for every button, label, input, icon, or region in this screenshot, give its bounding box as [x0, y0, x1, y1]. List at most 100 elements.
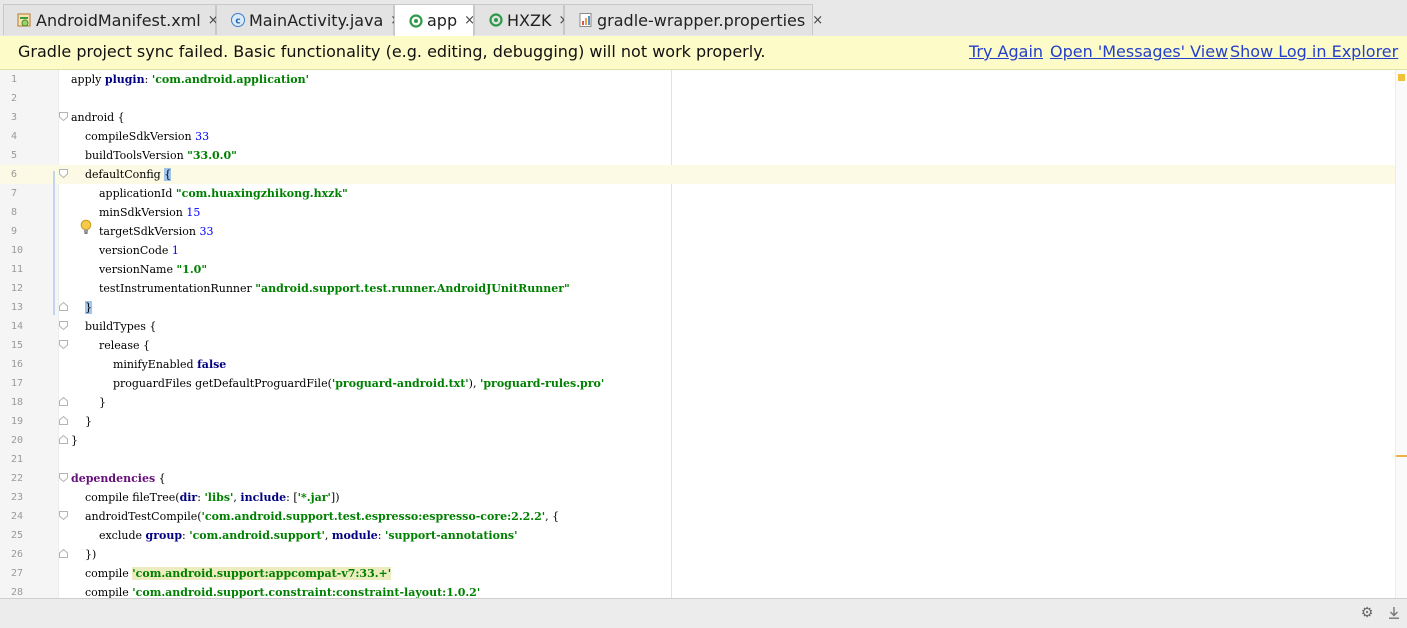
code-token: plugin: [104, 73, 145, 86]
fold-end-icon[interactable]: [59, 302, 68, 311]
fold-end-icon[interactable]: [59, 435, 68, 444]
show-log-in-explorer-link[interactable]: Show Log in Explorer: [1230, 42, 1398, 61]
code-text: android {: [71, 108, 125, 127]
code-line[interactable]: 17 proguardFiles getDefaultProguardFile(…: [0, 374, 1395, 393]
error-stripe[interactable]: [1395, 70, 1407, 598]
code-text: proguardFiles getDefaultProguardFile('pr…: [71, 374, 604, 393]
tab-main-activity[interactable]: c MainActivity.java ×: [216, 4, 401, 35]
code-token: versionCode: [71, 244, 172, 257]
code-text: buildToolsVersion "33.0.0": [71, 146, 237, 165]
code-line[interactable]: 12 testInstrumentationRunner "android.su…: [0, 279, 1395, 298]
line-number: 8: [11, 207, 18, 218]
fold-end-icon[interactable]: [59, 416, 68, 425]
code-line[interactable]: 16 minifyEnabled false: [0, 355, 1395, 374]
line-number: 23: [11, 492, 24, 503]
code-line[interactable]: 18 }: [0, 393, 1395, 412]
line-number: 10: [11, 245, 24, 256]
code-token: :: [377, 529, 385, 542]
java-class-icon: c: [230, 12, 246, 28]
code-token: minSdkVersion: [71, 206, 187, 219]
code-line[interactable]: 2: [0, 89, 1395, 108]
code-line[interactable]: 20}: [0, 431, 1395, 450]
code-editor[interactable]: 1 apply plugin: 'com.android.application'…: [0, 70, 1407, 598]
code-line[interactable]: 22 dependencies {: [0, 469, 1395, 488]
code-line[interactable]: 4 compileSdkVersion 33: [0, 127, 1395, 146]
code-text: }: [71, 298, 92, 317]
code-token: "android.support.test.runner.AndroidJUni…: [255, 282, 570, 295]
code-line[interactable]: 14 buildTypes {: [0, 317, 1395, 336]
fold-open-icon[interactable]: [59, 473, 68, 482]
tab-hxzk[interactable]: HXZK ×: [474, 4, 569, 35]
fold-end-icon[interactable]: [59, 397, 68, 406]
line-number: 24: [11, 511, 24, 522]
code-token: compileSdkVersion: [71, 130, 196, 143]
fold-open-icon[interactable]: [59, 511, 68, 520]
code-line[interactable]: 21: [0, 450, 1395, 469]
code-line[interactable]: 23 compile fileTree(dir: 'libs', include…: [0, 488, 1395, 507]
tab-label: HXZK: [507, 10, 552, 30]
line-number: 20: [11, 435, 24, 446]
code-line[interactable]: 27 compile 'com.android.support:appcompa…: [0, 564, 1395, 583]
code-token: 'support-annotations': [384, 529, 518, 542]
fold-open-icon[interactable]: [59, 340, 68, 349]
code-token: ]): [330, 491, 340, 504]
gradle-sync-failed-banner: Gradle project sync failed. Basic functi…: [0, 36, 1407, 70]
code-token: compile fileTree(: [71, 491, 180, 504]
code-line[interactable]: 5 buildToolsVersion "33.0.0": [0, 146, 1395, 165]
code-text: versionName "1.0": [71, 260, 207, 279]
code-line[interactable]: 25 exclude group: 'com.android.support',…: [0, 526, 1395, 545]
code-text: defaultConfig {: [71, 165, 172, 184]
tab-android-manifest[interactable]: AndroidManifest.xml ×: [3, 4, 219, 35]
code-line[interactable]: 15 release {: [0, 336, 1395, 355]
fold-open-icon[interactable]: [59, 169, 68, 178]
fold-open-icon[interactable]: [59, 321, 68, 330]
code-line[interactable]: 7 applicationId "com.huaxingzhikong.hxzk…: [0, 184, 1395, 203]
code-line[interactable]: 6 defaultConfig {: [0, 165, 1395, 184]
code-line[interactable]: 11 versionName "1.0": [0, 260, 1395, 279]
line-number: 19: [11, 416, 24, 427]
code-token: dir: [179, 491, 198, 504]
code-line[interactable]: 13 }: [0, 298, 1395, 317]
line-number: 7: [11, 188, 18, 199]
line-number: 1: [11, 74, 18, 85]
code-token: buildToolsVersion: [71, 149, 188, 162]
stripe-marker[interactable]: [1396, 455, 1407, 457]
line-number: 15: [11, 340, 24, 351]
code-line[interactable]: 8 minSdkVersion 15: [0, 203, 1395, 222]
code-line[interactable]: 10 versionCode 1: [0, 241, 1395, 260]
code-token: 'proguard-android.txt': [331, 377, 469, 390]
lightbulb-icon[interactable]: [80, 219, 92, 235]
line-number: 26: [11, 549, 24, 560]
editor-tab-bar: AndroidManifest.xml × c MainActivity.jav…: [0, 0, 1407, 37]
analysis-status-icon[interactable]: [1398, 74, 1405, 81]
code-line[interactable]: 19 }: [0, 412, 1395, 431]
code-text: }: [71, 431, 78, 450]
code-line[interactable]: 3 android {: [0, 108, 1395, 127]
sync-failed-message: Gradle project sync failed. Basic functi…: [18, 42, 766, 61]
code-token: release {: [71, 339, 150, 352]
code-text: compile 'com.android.support.constraint:…: [71, 583, 480, 598]
code-line[interactable]: 9 targetSdkVersion 33: [0, 222, 1395, 241]
tab-close-icon[interactable]: ×: [812, 13, 823, 28]
tab-gradle-wrapper-properties[interactable]: gradle-wrapper.properties ×: [564, 4, 823, 35]
code-line[interactable]: 24 androidTestCompile('com.android.suppo…: [0, 507, 1395, 526]
settings-gear-icon[interactable]: ⚙: [1358, 605, 1376, 621]
code-text: applicationId "com.huaxingzhikong.hxzk": [71, 184, 348, 203]
tab-app[interactable]: app ×: [394, 4, 475, 36]
code-line[interactable]: 26 }): [0, 545, 1395, 564]
fold-end-icon[interactable]: [59, 549, 68, 558]
code-line[interactable]: 28 compile 'com.android.support.constrai…: [0, 583, 1395, 598]
vcs-change-marker: [53, 171, 55, 315]
code-token: }: [85, 301, 92, 314]
code-token: defaultConfig: [71, 168, 165, 181]
code-token: "1.0": [176, 263, 208, 276]
code-token: ,: [324, 529, 332, 542]
fold-open-icon[interactable]: [59, 112, 68, 121]
try-again-link[interactable]: Try Again: [969, 42, 1043, 61]
download-icon[interactable]: [1385, 605, 1403, 621]
code-line[interactable]: 1 apply plugin: 'com.android.application': [0, 70, 1395, 89]
tab-label: AndroidManifest.xml: [36, 10, 201, 30]
open-messages-view-link[interactable]: Open 'Messages' View: [1050, 42, 1228, 61]
code-token: 1: [171, 244, 179, 257]
